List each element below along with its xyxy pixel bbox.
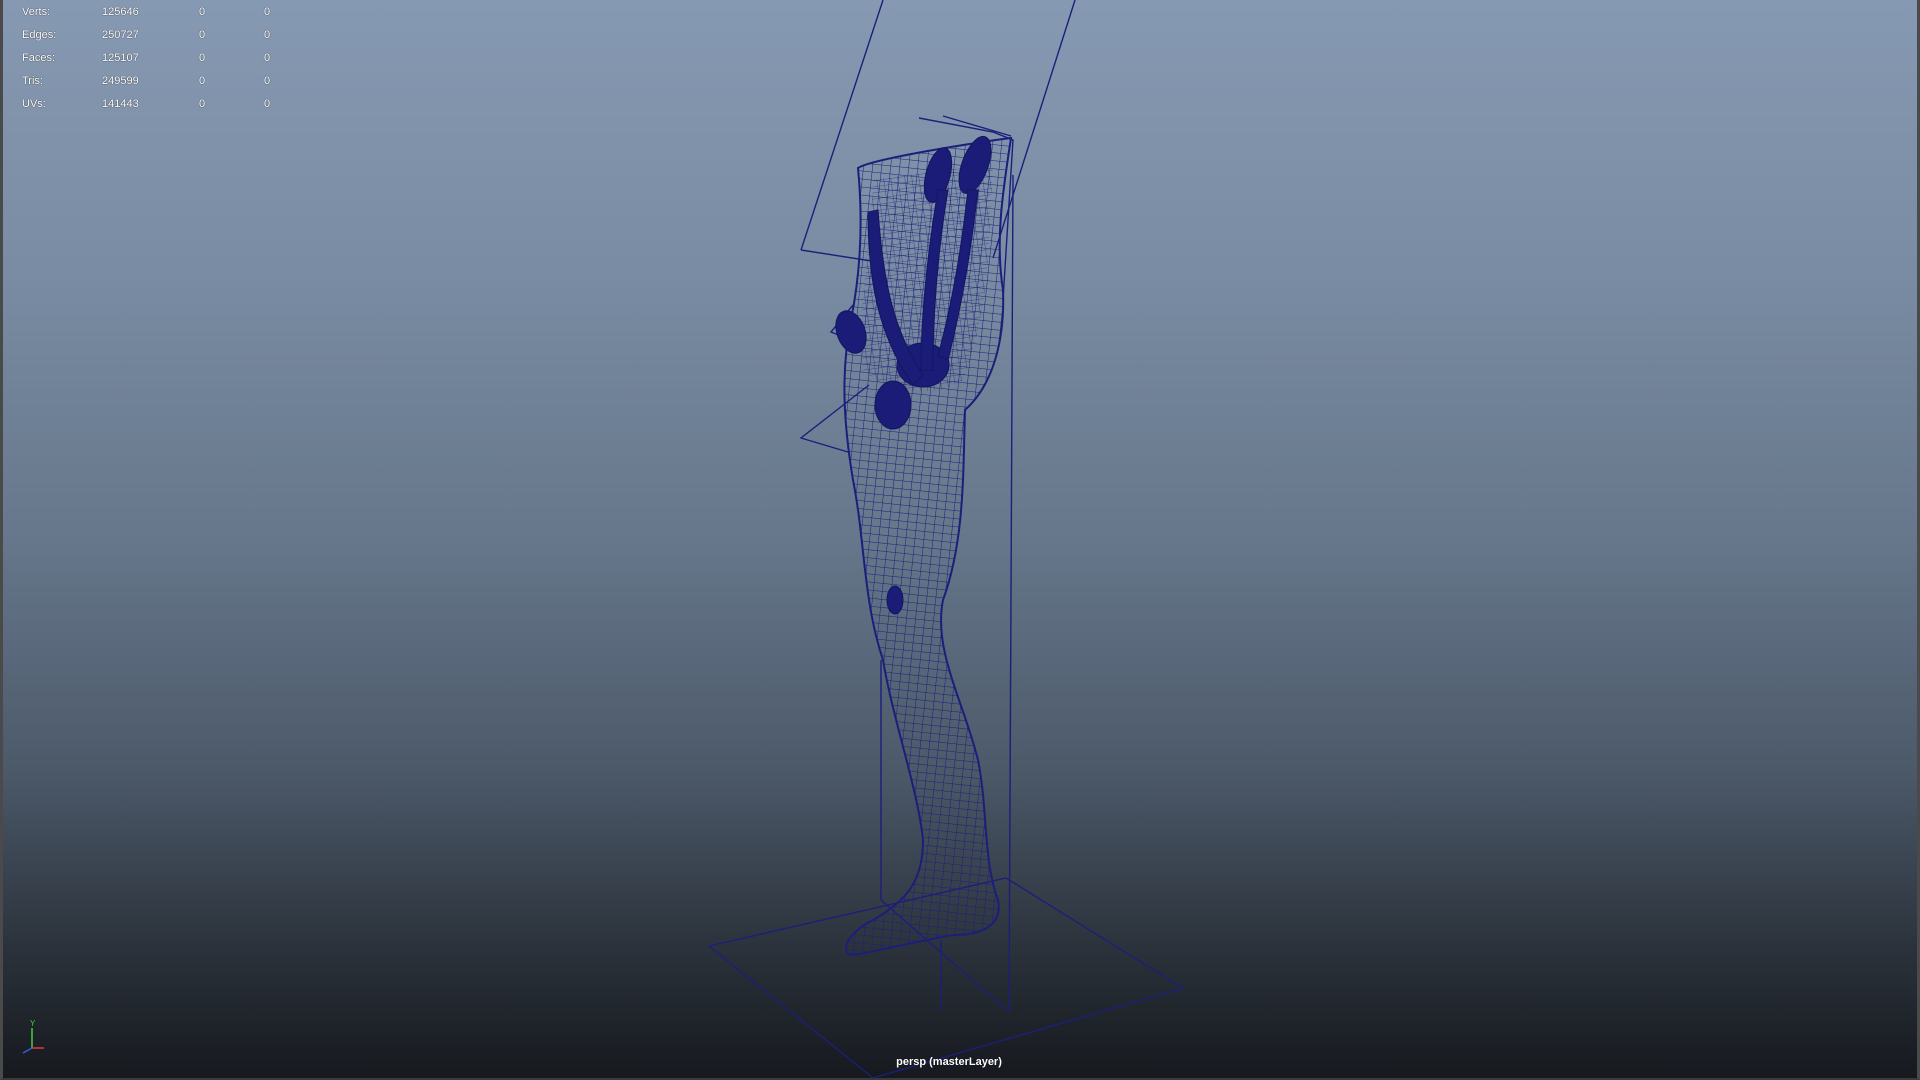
hud-total-value: 250727 bbox=[102, 29, 139, 41]
camera-label: persp (masterLayer) bbox=[896, 1056, 1002, 1068]
hud-component-value: 0 bbox=[264, 29, 271, 41]
axis-y-label: Y bbox=[30, 1019, 36, 1028]
hud-component-value: 0 bbox=[264, 98, 271, 110]
hud-total-value: 249599 bbox=[102, 75, 139, 87]
hud-total-value: 125646 bbox=[102, 6, 139, 18]
hud-selected-value: 0 bbox=[199, 52, 206, 64]
hud-label: Tris: bbox=[22, 75, 43, 87]
hud-row-verts: Verts: 125646 0 0 bbox=[22, 1, 282, 24]
hud-row-edges: Edges: 250727 0 0 bbox=[22, 24, 282, 47]
hud-component-value: 0 bbox=[264, 6, 271, 18]
wireframe-scene[interactable] bbox=[3, 0, 1920, 1080]
hud-label: Faces: bbox=[22, 52, 56, 64]
hud-total-value: 141443 bbox=[102, 98, 139, 110]
poly-count-hud: Verts: 125646 0 0 Edges: 250727 0 0 Face… bbox=[22, 1, 282, 116]
hud-component-value: 0 bbox=[264, 75, 271, 87]
axis-orientation-icon: Y bbox=[22, 1019, 44, 1054]
hud-selected-value: 0 bbox=[199, 29, 206, 41]
hud-selected-value: 0 bbox=[199, 75, 206, 87]
perspective-viewport[interactable]: Verts: 125646 0 0 Edges: 250727 0 0 Face… bbox=[0, 0, 1920, 1080]
hud-component-value: 0 bbox=[264, 52, 271, 64]
hud-total-value: 125107 bbox=[102, 52, 139, 64]
hud-row-uvs: UVs: 141443 0 0 bbox=[22, 93, 282, 116]
hud-label: Verts: bbox=[22, 6, 51, 18]
hud-row-tris: Tris: 249599 0 0 bbox=[22, 70, 282, 93]
hud-label: Edges: bbox=[22, 29, 57, 41]
hud-row-faces: Faces: 125107 0 0 bbox=[22, 47, 282, 70]
hud-selected-value: 0 bbox=[199, 6, 206, 18]
hud-selected-value: 0 bbox=[199, 98, 206, 110]
hud-label: UVs: bbox=[22, 98, 46, 110]
